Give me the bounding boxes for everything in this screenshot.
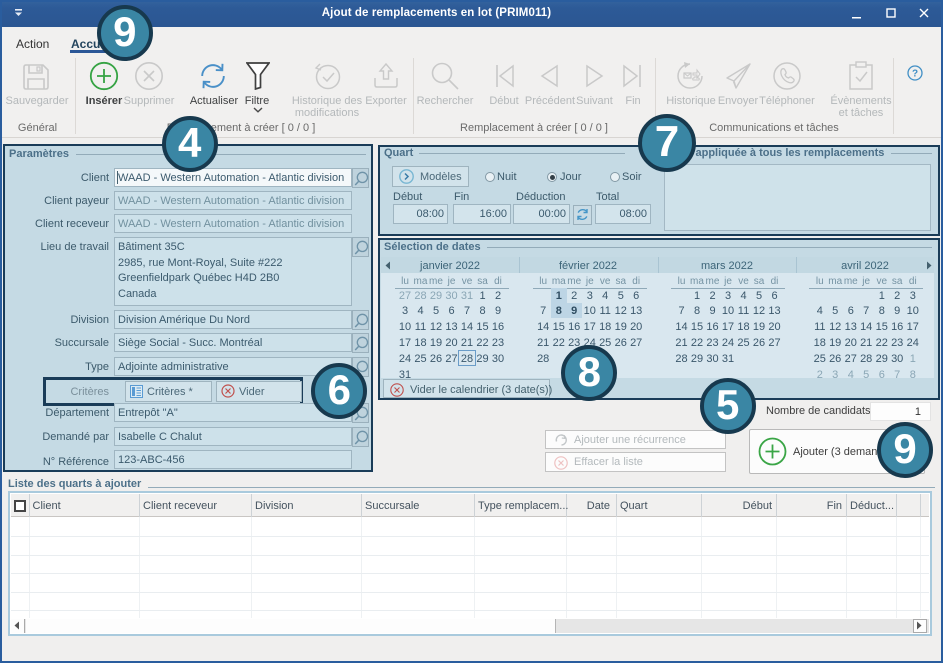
svg-text:?: ? <box>912 69 918 80</box>
